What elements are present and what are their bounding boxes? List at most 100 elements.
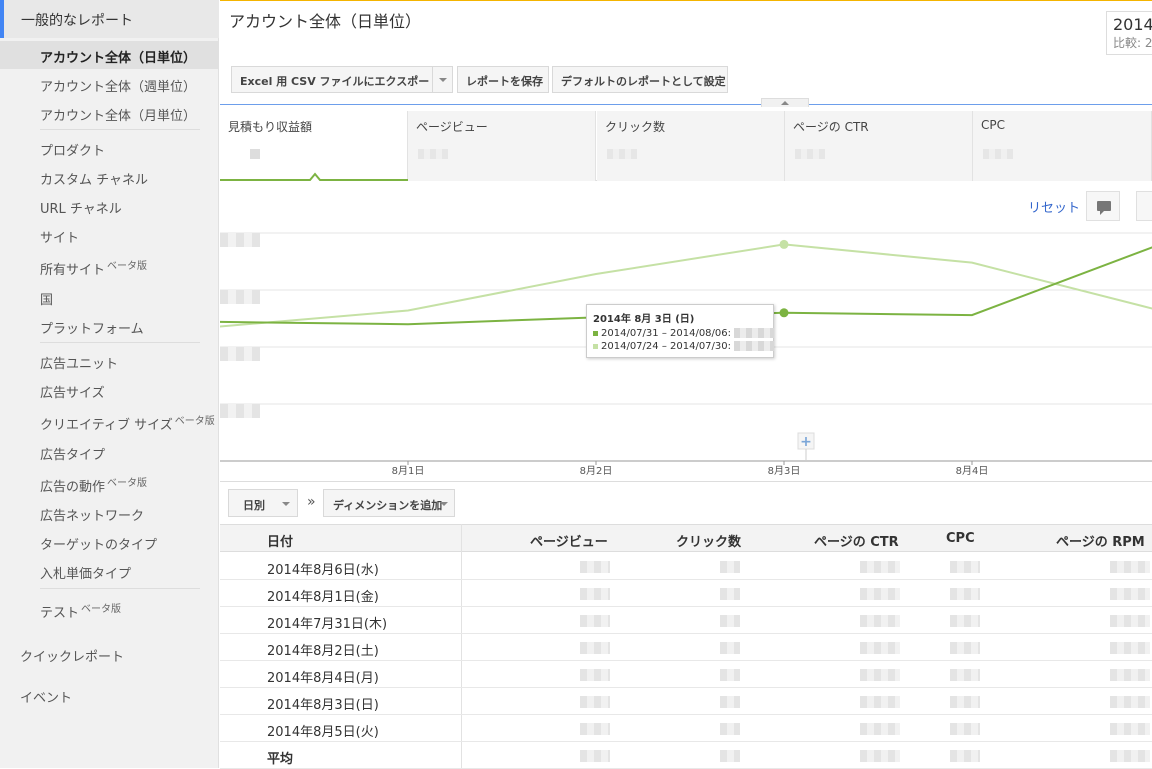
tooltip-row-previous: 2014/07/24 – 2014/07/30: xyxy=(593,340,775,353)
sidebar-item-custom-channels[interactable]: カスタム チャネル xyxy=(40,169,148,188)
tab-pageviews[interactable]: ページビュー xyxy=(408,111,596,181)
x-tick-label: 8月2日 xyxy=(580,465,613,477)
export-csv-label: Excel 用 CSV ファイルにエクスポート xyxy=(240,75,441,88)
tooltip-series-label: 2014/07/31 – 2014/08/06: xyxy=(601,328,731,339)
sidebar-item-ad-units[interactable]: 広告ユニット xyxy=(40,353,118,372)
cell-value-redacted xyxy=(1110,588,1150,600)
data-point-1[interactable] xyxy=(779,239,789,249)
cell-date: 2014年8月2日(土) xyxy=(267,644,379,659)
cell-value-redacted xyxy=(860,588,900,600)
table-row: 2014年8月1日(金) xyxy=(220,580,1152,607)
chevron-up-icon xyxy=(781,101,789,105)
sidebar-item-experiments[interactable]: テスト ベータ版 xyxy=(40,602,121,621)
sidebar-item-ad-sizes[interactable]: 広告サイズ xyxy=(40,382,105,401)
cell-value-redacted xyxy=(580,615,610,627)
cell-value-redacted xyxy=(720,561,740,573)
tab-label: ページの CTR xyxy=(793,120,869,134)
data-point-0[interactable] xyxy=(779,308,789,318)
sidebar-item-label: 所有サイト xyxy=(40,263,106,278)
cell-value-redacted xyxy=(860,750,900,762)
sidebar-group-quick-reports[interactable]: クイックレポート xyxy=(20,646,124,665)
cell-value-redacted xyxy=(580,696,610,708)
sidebar-item-countries[interactable]: 国 xyxy=(40,289,53,308)
table-row: 2014年7月31日(木) xyxy=(220,607,1152,634)
cell-value-redacted xyxy=(950,588,980,600)
cell-value-redacted xyxy=(580,642,610,654)
cell-date: 2014年8月5日(火) xyxy=(267,725,379,740)
sidebar-item-account-monthly[interactable]: アカウント全体（月単位） xyxy=(40,105,196,124)
add-annotation-marker[interactable]: + xyxy=(797,432,815,461)
tab-estimated-earnings[interactable]: 見積もり収益額 xyxy=(220,111,408,181)
collapse-toolbar-button[interactable] xyxy=(761,98,809,107)
export-dropdown-button[interactable] xyxy=(432,66,453,93)
sidebar-item-creative-sizes[interactable]: クリエイティブ サイズ ベータ版 xyxy=(40,414,215,433)
column-header-cpc[interactable]: CPC xyxy=(946,531,975,546)
sidebar-item-account-daily[interactable]: アカウント全体（日単位） xyxy=(0,41,219,69)
y-axis-label-redacted xyxy=(220,347,260,361)
column-header-pageviews[interactable]: ページビュー xyxy=(530,531,608,550)
sidebar-item-targeting-types[interactable]: ターゲットのタイプ xyxy=(40,534,157,553)
sidebar-item-platforms[interactable]: プラットフォーム xyxy=(40,318,144,337)
table-header: 日付 ページビュー クリック数 ページの CTR CPC ページの RPM xyxy=(220,524,1152,552)
tab-clicks[interactable]: クリック数 xyxy=(597,111,785,181)
metric-value-redacted xyxy=(983,149,1013,159)
date-range-compare: 比較: 2 xyxy=(1113,36,1152,50)
cell-value-redacted xyxy=(860,615,900,627)
annotation-button[interactable] xyxy=(1086,191,1120,221)
column-header-page-rpm[interactable]: ページの RPM xyxy=(1056,531,1145,550)
cell-value-redacted xyxy=(950,669,980,681)
column-header-date[interactable]: 日付 xyxy=(267,531,293,550)
period-dropdown[interactable]: 日別 xyxy=(228,489,298,517)
chart-options-button[interactable] xyxy=(1136,191,1152,221)
sidebar-divider xyxy=(40,588,200,589)
cell-value-redacted xyxy=(1110,696,1150,708)
sidebar-item-account-weekly[interactable]: アカウント全体（週単位） xyxy=(40,76,196,95)
legend-swatch xyxy=(593,330,598,336)
metric-value-redacted xyxy=(418,149,448,159)
sidebar-divider xyxy=(40,342,200,343)
chevron-down-icon xyxy=(439,78,447,82)
section-divider xyxy=(220,104,1152,105)
top-accent-line xyxy=(220,0,1152,1)
cell-value-redacted xyxy=(860,723,900,735)
sidebar-item-bid-types[interactable]: 入札単価タイプ xyxy=(40,563,131,582)
sidebar-group-events[interactable]: イベント xyxy=(20,687,72,706)
sidebar-item-url-channels[interactable]: URL チャネル xyxy=(40,198,122,217)
y-axis-label-redacted xyxy=(220,233,260,247)
cell-value-redacted xyxy=(1110,615,1150,627)
page-title: アカウント全体（日単位） xyxy=(229,12,422,31)
sidebar-item-label: 広告の動作 xyxy=(40,480,106,495)
add-dimension-dropdown[interactable]: ディメンションを追加 xyxy=(323,489,455,517)
sidebar-section-title[interactable]: 一般的なレポート xyxy=(0,0,219,38)
sparkline xyxy=(220,172,408,181)
tab-cpc[interactable]: CPC xyxy=(973,111,1152,181)
cell-date: 2014年8月1日(金) xyxy=(267,590,379,605)
save-report-button[interactable]: レポートを保存 xyxy=(457,66,549,93)
export-csv-button[interactable]: Excel 用 CSV ファイルにエクスポート xyxy=(231,66,453,93)
beta-badge: ベータ版 xyxy=(174,416,215,427)
tab-label: CPC xyxy=(981,118,1005,132)
cell-value-redacted xyxy=(580,723,610,735)
tab-label: クリック数 xyxy=(605,120,666,134)
metric-tabs: 見積もり収益額 ページビュー クリック数 ページの CTR CPC xyxy=(220,111,1152,181)
cell-value-redacted xyxy=(1110,642,1150,654)
sidebar-item-sites[interactable]: サイト xyxy=(40,227,79,246)
column-header-clicks[interactable]: クリック数 xyxy=(676,531,741,550)
chevron-down-icon xyxy=(440,502,448,506)
column-header-page-ctr[interactable]: ページの CTR xyxy=(814,531,899,550)
sidebar-item-owned-sites[interactable]: 所有サイト ベータ版 xyxy=(40,259,147,278)
sidebar-item-ad-types[interactable]: 広告タイプ xyxy=(40,444,105,463)
date-range-picker[interactable]: 2014 比較: 2 xyxy=(1106,11,1152,55)
cell-value-redacted xyxy=(1110,723,1150,735)
cell-value-redacted xyxy=(950,723,980,735)
sidebar-item-ad-networks[interactable]: 広告ネットワーク xyxy=(40,505,144,524)
tooltip-series-label: 2014/07/24 – 2014/07/30: xyxy=(601,341,731,352)
tooltip-title: 2014年 8月 3日 (日) xyxy=(593,314,695,325)
sidebar-item-ad-behavior[interactable]: 広告の動作 ベータ版 xyxy=(40,476,147,495)
tab-page-ctr[interactable]: ページの CTR xyxy=(785,111,973,181)
cell-value-redacted xyxy=(860,669,900,681)
sidebar-item-products[interactable]: プロダクト xyxy=(40,140,105,159)
reset-link[interactable]: リセット xyxy=(1028,197,1080,216)
set-default-report-button[interactable]: デフォルトのレポートとして設定 xyxy=(552,66,728,93)
table-row: 2014年8月4日(月) xyxy=(220,661,1152,688)
